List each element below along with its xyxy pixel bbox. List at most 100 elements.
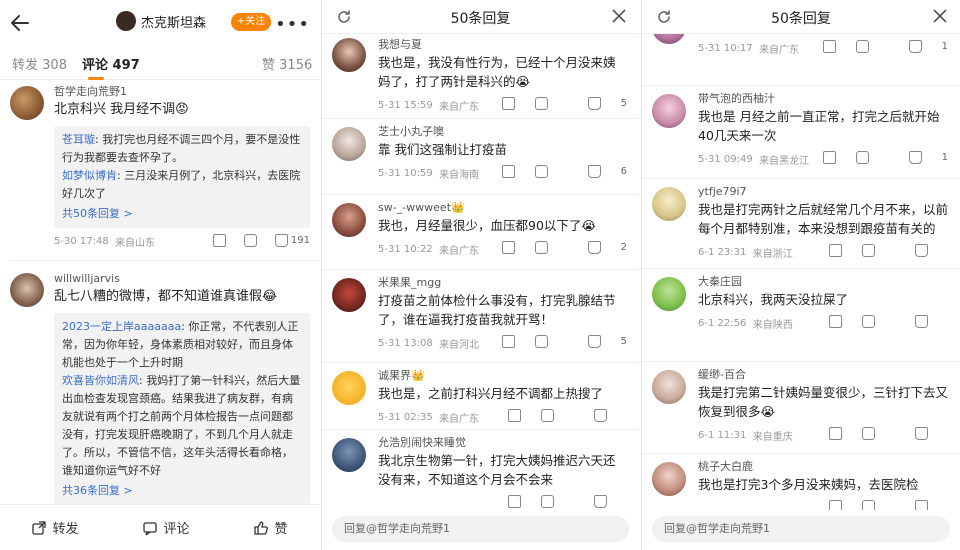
avatar[interactable] <box>332 278 366 312</box>
reply-text: 我也，月经量很少，血压都90以下了😭 <box>378 218 597 233</box>
post-tabs: 转发 308 评论 497 赞 3156 <box>0 44 320 80</box>
reply-input[interactable]: 回复@哲学走向荒野1 <box>652 516 950 542</box>
avatar[interactable] <box>332 438 366 472</box>
avatar[interactable] <box>10 86 44 120</box>
close-icon[interactable] <box>932 8 948 24</box>
reply-text: 我北京生物第一针，打完大姨妈推迟六天还没有来，不知道这个月会不会来 <box>378 453 616 487</box>
reply-author[interactable]: 芝士小丸子噢 <box>378 123 627 140</box>
reply-line: 如梦似博肯: 三月没来月例了，北京科兴，去医院好几次了 <box>62 167 302 203</box>
share-icon[interactable] <box>501 335 515 348</box>
comment-label: 评论 <box>163 522 190 537</box>
comment-icon[interactable] <box>541 409 554 422</box>
like-icon[interactable] <box>915 244 928 257</box>
reply-author[interactable]: 我想与夏 <box>378 36 627 53</box>
share-icon[interactable] <box>829 315 842 328</box>
like-icon[interactable] <box>915 315 928 328</box>
reply-author[interactable]: 2023一定上岸aaaaaaa <box>62 320 181 333</box>
like-icon[interactable] <box>587 97 601 110</box>
tab-repost[interactable]: 转发 308 <box>12 54 67 73</box>
like-icon[interactable] <box>908 151 922 164</box>
reply-author[interactable]: 允浩別闹快来睡觉 <box>378 434 627 451</box>
avatar[interactable] <box>332 203 366 237</box>
more-replies-link[interactable]: 共50条回复 > <box>62 205 302 223</box>
repost-button[interactable]: 转发 <box>32 518 79 537</box>
reply-preview[interactable]: 苍耳璇: 我打完也月经不调三四个月，要不是没性行为我都要去查怀孕了。 如梦似博肯… <box>54 126 310 228</box>
tab-comments[interactable]: 评论 497 <box>82 54 140 73</box>
like-icon[interactable] <box>915 500 928 510</box>
comment-icon[interactable] <box>862 315 875 328</box>
like-icon[interactable] <box>594 495 607 508</box>
comment-icon[interactable] <box>855 151 869 164</box>
reply-author[interactable]: 桃子大白鹿 <box>698 458 948 475</box>
comment-icon[interactable] <box>534 97 548 110</box>
close-icon[interactable] <box>611 8 627 24</box>
comment-author[interactable]: willwilljarvis <box>54 271 310 287</box>
avatar[interactable] <box>652 370 686 404</box>
avatar[interactable] <box>652 277 686 311</box>
reply-author[interactable]: 大秦庄园 <box>698 273 948 290</box>
share-icon[interactable] <box>508 409 521 422</box>
reply-author[interactable]: 苍耳璇 <box>62 133 95 146</box>
avatar[interactable] <box>332 127 366 161</box>
replies-panel: 50条回复 我想与夏 我也是，我没有性行为，已经十个月没来姨妈了，打了两针是科兴的… <box>321 0 639 550</box>
share-icon[interactable] <box>822 40 836 53</box>
avatar[interactable] <box>652 34 686 44</box>
reply-author[interactable]: 诚果界👑 <box>378 367 627 384</box>
more-replies-link[interactable]: 共36条回复 > <box>62 482 302 500</box>
share-icon[interactable] <box>501 165 515 178</box>
reply-author[interactable]: 欢喜皆你如清风 <box>62 374 139 387</box>
comment-icon[interactable] <box>534 165 548 178</box>
avatar[interactable] <box>332 371 366 405</box>
comment-icon[interactable] <box>862 427 875 440</box>
reply-line: 欢喜皆你如清风: 我妈打了第一针科兴，然后大量出血检查发现宫颈癌。结果我进了病友… <box>62 372 302 480</box>
comment-icon[interactable] <box>862 500 875 510</box>
like-icon[interactable] <box>274 234 288 247</box>
reply-item: 缓缈-百合 我是打完第二针姨妈量变很少，三针打下去又恢复到很多😭 6-1 11:31… <box>642 362 960 454</box>
share-icon[interactable] <box>501 241 515 254</box>
reply-preview[interactable]: 2023一定上岸aaaaaaa: 你正常，不代表别人正常，因为你年轻，身体素质相… <box>54 313 310 504</box>
reply-author[interactable]: 如梦似博肯 <box>62 169 117 182</box>
share-icon[interactable] <box>822 151 836 164</box>
like-icon[interactable] <box>587 165 601 178</box>
comment-icon[interactable] <box>855 40 869 53</box>
reply-time: 6-1 22:56 <box>698 317 747 329</box>
reply-item: 诚果界👑 我也是，之前打科兴月经不调都上热搜了 5-31 02:35 来自广东 <box>322 363 639 430</box>
reply-author[interactable]: 缓缈-百合 <box>698 366 948 383</box>
reply-input[interactable]: 回复@哲学走向荒野1 <box>332 516 629 542</box>
reply-author[interactable]: ytfje79i7 <box>698 183 948 200</box>
author-info[interactable]: 杰克斯坦森 <box>116 11 206 31</box>
share-icon[interactable] <box>501 97 515 110</box>
comment-author[interactable]: 哲学走向荒野1 <box>54 84 310 100</box>
avatar[interactable] <box>10 273 44 307</box>
like-button[interactable]: 赞 <box>254 518 288 537</box>
avatar[interactable] <box>652 462 686 496</box>
comment-icon[interactable] <box>862 244 875 257</box>
share-icon[interactable] <box>829 500 842 510</box>
comment-icon[interactable] <box>534 241 548 254</box>
like-icon[interactable] <box>587 241 601 254</box>
back-arrow-icon[interactable] <box>8 11 32 35</box>
comment-button[interactable]: 评论 <box>143 518 190 537</box>
reply-author[interactable]: sw-_-wwweet👑 <box>378 199 627 216</box>
share-icon[interactable] <box>212 234 226 247</box>
like-icon[interactable] <box>594 409 607 422</box>
reply-text: 北京科兴，我两天没拉屎了 <box>698 292 849 307</box>
comment-icon[interactable] <box>243 234 257 247</box>
reply-author[interactable]: 带气泡的西柚汁 <box>698 90 948 107</box>
like-icon[interactable] <box>587 335 601 348</box>
follow-button[interactable]: +关注 <box>231 13 271 31</box>
avatar[interactable] <box>332 38 366 72</box>
comment-icon[interactable] <box>534 335 548 348</box>
more-options-icon[interactable]: ••• <box>275 14 310 35</box>
share-icon[interactable] <box>829 427 842 440</box>
avatar[interactable] <box>652 187 686 221</box>
share-icon[interactable] <box>508 495 521 508</box>
comment-icon[interactable] <box>541 495 554 508</box>
tab-likes[interactable]: 赞 3156 <box>262 54 312 73</box>
avatar[interactable] <box>652 94 686 128</box>
reply-author[interactable]: 米果果_mgg <box>378 274 627 291</box>
reply-item: 允浩別闹快来睡觉我北京生物第一针，打完大姨妈推迟六天还没有来，不知道这个月会不会… <box>322 430 639 510</box>
like-icon[interactable] <box>915 427 928 440</box>
share-icon[interactable] <box>829 244 842 257</box>
like-icon[interactable] <box>908 40 922 53</box>
